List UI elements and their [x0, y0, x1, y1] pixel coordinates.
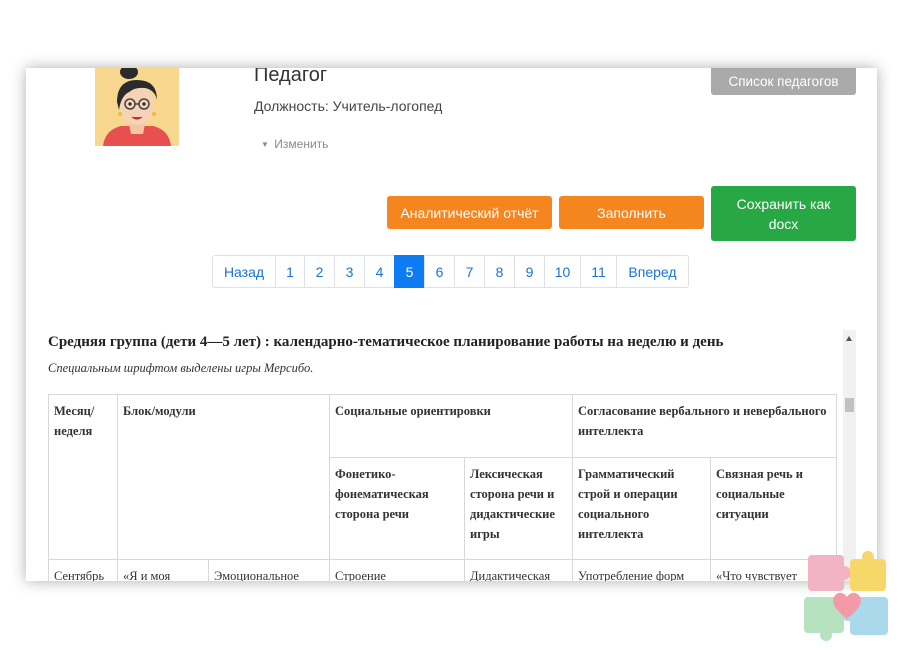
teacher-avatar [95, 68, 179, 146]
edit-dropdown[interactable]: ▼ Изменить [261, 137, 328, 151]
header-lexical: Лексическая сторона речи и дидактические… [464, 457, 574, 560]
fill-button[interactable]: Заполнить [559, 196, 704, 229]
edit-label: Изменить [274, 137, 329, 151]
header-month-week: Месяц/ неделя [48, 394, 118, 560]
cartoon-teacher-icon [95, 68, 179, 146]
page-5[interactable]: 5 [394, 255, 425, 288]
table-cell: Сентябрь [48, 559, 118, 581]
table-header-row: Месяц/ неделя Блок/модули Социальные ори… [48, 394, 838, 560]
position-label: Должность: [254, 98, 329, 114]
header-block: Блок/модули [116, 394, 331, 560]
table-cell: Употребление форм [572, 559, 712, 581]
teacher-card: Педагог Должность: Учитель-логопед ▼ Изм… [26, 68, 877, 581]
scroll-thumb[interactable] [845, 398, 854, 412]
teacher-title: Педагог [254, 68, 328, 86]
save-docx-button[interactable]: Сохранить как docx [711, 186, 856, 241]
scroll-up-arrow-icon[interactable] [846, 336, 852, 341]
teacher-list-button[interactable]: Список педагогов [711, 68, 856, 95]
table-cell: «Я и моя [117, 559, 209, 581]
position-value: Учитель-логопед [332, 98, 443, 114]
page-1[interactable]: 1 [275, 255, 305, 288]
caret-down-icon: ▼ [261, 140, 269, 149]
puzzle-heart-icon [804, 551, 888, 641]
table-cell: Эмоциональное [207, 559, 331, 581]
header-grammar: Грамматический строй и операции социальн… [572, 457, 712, 560]
page-2[interactable]: 2 [304, 255, 335, 288]
document-title: Средняя группа (дети 4—5 лет) : календар… [48, 334, 724, 350]
page-9[interactable]: 9 [514, 255, 545, 288]
header-coordination: Согласование вербального и невербального… [572, 394, 838, 458]
page-6[interactable]: 6 [424, 255, 455, 288]
page-4[interactable]: 4 [364, 255, 395, 288]
header-phonetic: Фонетико-фонематическая сторона речи [329, 457, 466, 560]
document-note: Специальным шрифтом выделены игры Мерсиб… [48, 361, 314, 375]
content-scrollbar[interactable] [843, 330, 856, 581]
planning-table: Месяц/ неделя Блок/модули Социальные ори… [48, 394, 838, 581]
table-cell: Дидактическая [464, 559, 574, 581]
teacher-position: Должность: Учитель-логопед [254, 98, 442, 114]
page-prev[interactable]: Назад [212, 255, 276, 288]
page-7[interactable]: 7 [454, 255, 485, 288]
document-content: Средняя группа (дети 4—5 лет) : календар… [48, 330, 843, 581]
pagination: Назад 1 2 3 4 5 6 7 8 9 10 11 Вперед [212, 255, 689, 288]
analytic-report-button[interactable]: Аналитический отчёт [387, 196, 552, 229]
page-8[interactable]: 8 [484, 255, 515, 288]
page-next[interactable]: Вперед [616, 255, 689, 288]
puzzle-heart-logo [798, 545, 898, 647]
page-10[interactable]: 10 [544, 255, 581, 288]
page-11[interactable]: 11 [580, 255, 617, 288]
header-social: Социальные ориентировки [329, 394, 574, 458]
table-cell: Строение [329, 559, 466, 581]
page-3[interactable]: 3 [334, 255, 365, 288]
table-row: Сентябрь «Я и моя Эмоциональное Строение… [48, 559, 838, 581]
